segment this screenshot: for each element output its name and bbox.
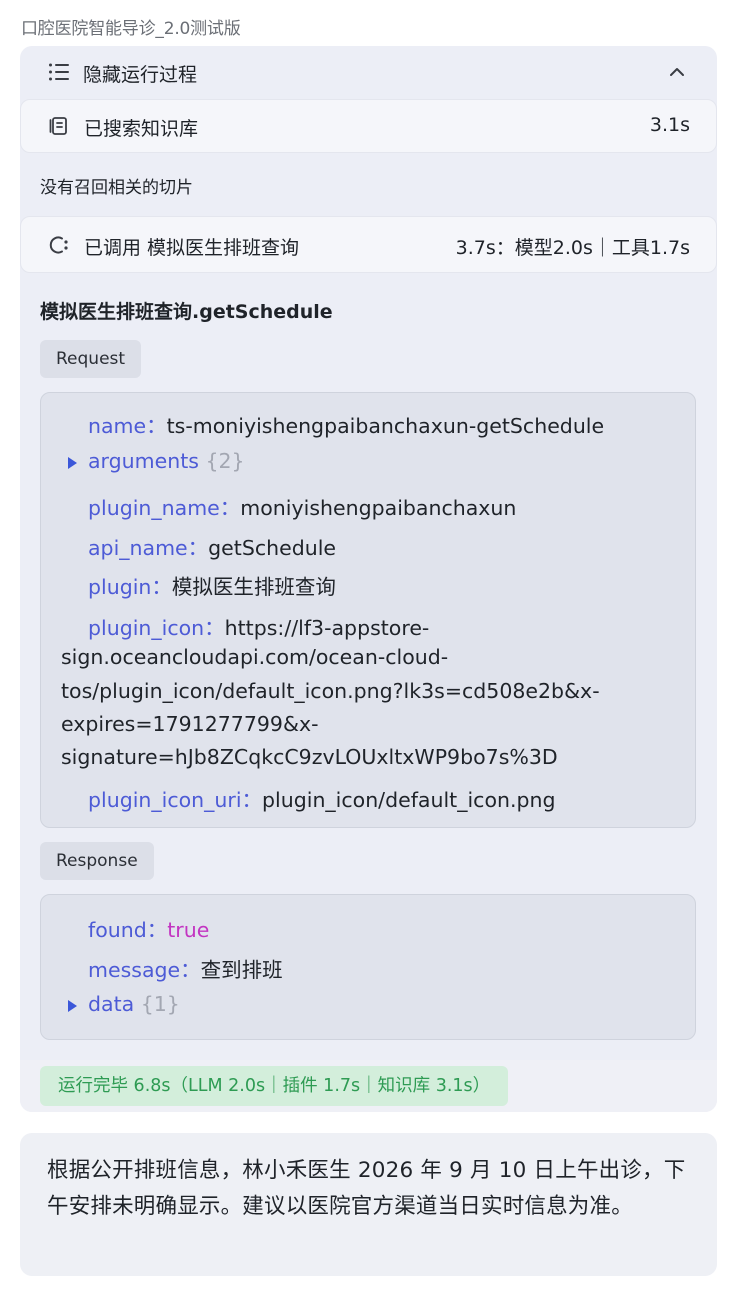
json-count: {2} xyxy=(205,449,245,473)
run-process-panel: 隐藏运行过程 已搜索知识库 3.1s 没有召回相关的切片 已调用 模拟医生排班查… xyxy=(20,46,717,1112)
knowledge-search-time: 3.1s xyxy=(649,114,690,136)
app-title: 口腔医院智能导诊_2.0测试版 xyxy=(21,19,241,39)
json-value: https://lf3-appstore- xyxy=(224,616,430,640)
run-complete-badge: 运行完毕 6.8s（LLM 2.0s｜插件 1.7s｜知识库 3.1s） xyxy=(40,1066,509,1106)
json-key: plugin_name xyxy=(88,496,220,520)
response-json-viewer: found：true message：查到排班 data {1} xyxy=(40,894,696,1040)
json-key: found xyxy=(88,918,147,942)
request-name-row: name：ts-moniyishengpaibanchaxun-getSched… xyxy=(88,409,604,439)
response-tag: Response xyxy=(40,842,154,880)
hide-process-label: 隐藏运行过程 xyxy=(83,64,198,86)
response-found-row: found：true xyxy=(88,913,209,943)
hide-process-toggle[interactable]: 隐藏运行过程 xyxy=(20,46,717,99)
json-value: moniyishengpaibanchaxun xyxy=(240,496,517,520)
run-status-bar: 运行完毕 6.8s（LLM 2.0s｜插件 1.7s｜知识库 3.1s） xyxy=(20,1060,717,1112)
json-value: 模拟医生排班查询 xyxy=(171,575,336,599)
knowledge-base-icon xyxy=(49,117,67,135)
list-icon xyxy=(49,63,69,81)
json-count: {1} xyxy=(140,992,180,1016)
json-value: 查到排班 xyxy=(200,958,283,982)
request-tag: Request xyxy=(40,340,142,378)
plugin-call-label: 已调用 模拟医生排班查询 xyxy=(84,237,300,259)
json-colon: ： xyxy=(187,536,209,560)
json-colon: ： xyxy=(219,496,241,520)
request-plugin-name-row: plugin_name：moniyishengpaibanchaxun xyxy=(88,491,516,521)
json-value: ts-moniyishengpaibanchaxun-getSchedule xyxy=(166,414,605,438)
request-api-name-row: api_name：getSchedule xyxy=(88,531,336,561)
json-colon: ： xyxy=(146,414,167,438)
json-value: plugin_icon/default_icon.png xyxy=(262,788,556,812)
json-key: message xyxy=(88,958,181,982)
plugin-call-step[interactable]: 已调用 模拟医生排班查询 3.7s：模型2.0s｜工具1.7s xyxy=(20,216,717,273)
response-message-row: message：查到排班 xyxy=(88,953,283,983)
plugin-icon-url-line: expires=1791277799&x- xyxy=(61,712,319,736)
expand-data-icon[interactable] xyxy=(68,1000,77,1012)
json-key: plugin_icon xyxy=(88,616,205,640)
answer-message: 根据公开排班信息，林小禾医生 2026 年 9 月 10 日上午出诊，下午安排未… xyxy=(20,1133,717,1276)
chevron-up-icon[interactable] xyxy=(668,63,686,81)
request-json-viewer: name：ts-moniyishengpaibanchaxun-getSched… xyxy=(40,392,696,828)
json-colon: ： xyxy=(146,918,168,942)
json-boolean-value: true xyxy=(167,918,210,942)
request-arguments-row[interactable]: arguments {2} xyxy=(88,449,245,473)
knowledge-search-label: 已搜索知识库 xyxy=(84,118,199,140)
plugin-icon-url-line: sign.oceancloudapi.com/ocean-cloud- xyxy=(61,645,449,669)
json-key: plugin_icon_uri xyxy=(88,788,242,812)
json-key: data xyxy=(88,992,135,1016)
request-plugin-icon-uri-row: plugin_icon_uri：plugin_icon/default_icon… xyxy=(88,783,556,813)
json-key: name xyxy=(88,414,147,438)
json-value: getSchedule xyxy=(208,536,337,560)
json-colon: ： xyxy=(151,575,172,599)
knowledge-search-step[interactable]: 已搜索知识库 3.1s xyxy=(20,99,717,153)
plugin-icon xyxy=(49,236,68,254)
json-colon: ： xyxy=(204,616,225,640)
json-key: api_name xyxy=(88,536,188,560)
json-colon: ： xyxy=(180,958,201,982)
plugin-icon-url-line: signature=hJb8ZCqkcC9zvLOUxltxWP9bo7s%3D xyxy=(61,745,558,769)
expand-arguments-icon[interactable] xyxy=(68,457,77,469)
json-colon: ： xyxy=(241,788,263,812)
json-key: plugin xyxy=(88,575,152,599)
response-data-row[interactable]: data {1} xyxy=(88,992,180,1016)
no-recall-message: 没有召回相关的切片 xyxy=(40,178,193,198)
json-key: arguments xyxy=(88,449,199,473)
request-plugin-icon-row: plugin_icon：https://lf3-appstore- xyxy=(88,611,429,641)
function-title: 模拟医生排班查询.getSchedule xyxy=(40,301,333,323)
plugin-icon-url-line: tos/plugin_icon/default_icon.png?lk3s=cd… xyxy=(61,679,600,703)
request-plugin-row: plugin：模拟医生排班查询 xyxy=(88,570,336,600)
answer-text: 根据公开排班信息，林小禾医生 2026 年 9 月 10 日上午出诊，下午安排未… xyxy=(47,1158,686,1219)
plugin-call-time: 3.7s：模型2.0s｜工具1.7s xyxy=(455,237,690,259)
